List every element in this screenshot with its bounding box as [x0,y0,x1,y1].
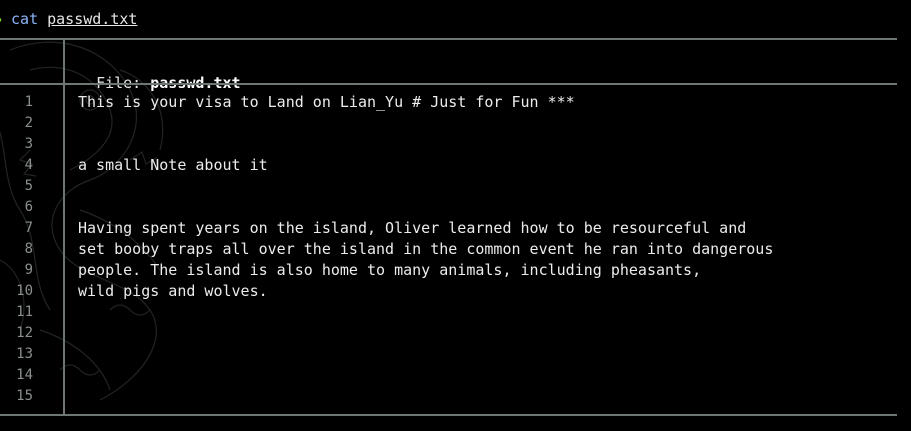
command-name: cat [11,10,39,28]
line-number: 3 [24,136,33,152]
line-number: 15 [16,388,33,404]
content-line [78,323,888,344]
content-line: a small Note about it [78,156,268,174]
file-content: This is your visa to Land on Lian_Yu # J… [78,92,888,407]
header-separator [0,83,897,85]
line-number: 8 [24,241,33,257]
line-number: 7 [24,220,33,236]
line-number: 4 [24,157,33,173]
line-number: 13 [16,346,33,362]
viewer-top-border [0,38,897,40]
command-argument-path[interactable]: passwd.txt [47,10,137,28]
line-number: 14 [16,367,33,383]
line-number: 9 [24,262,33,278]
command-prompt-line: ❯ cat passwd.txt [0,8,137,30]
viewer-bottom-border [0,414,897,416]
line-number: 12 [16,325,33,341]
content-line [78,344,888,365]
content-line [78,176,888,197]
content-line [78,197,888,218]
content-line: people. The island is also home to many … [78,261,702,279]
line-number: 6 [24,199,33,215]
line-number: 1 [24,94,33,110]
content-line [78,365,888,386]
line-number-gutter: 1 2 3 4 5 6 7 8 9 10 11 12 13 14 15 [0,92,40,407]
content-line [78,302,888,323]
content-line [78,134,888,155]
line-number: 11 [16,304,33,320]
prompt-arrow-icon: ❯ [0,10,3,28]
line-number: 10 [16,283,33,299]
file-header: File: passwd.txt [78,50,241,92]
content-line [78,386,888,407]
content-line [78,113,888,134]
content-line: This is your visa to Land on Lian_Yu # J… [78,93,575,111]
gutter-divider [63,38,65,416]
content-line: wild pigs and wolves. [78,282,268,300]
line-number: 5 [24,178,33,194]
line-number: 2 [24,115,33,131]
content-line: Having spent years on the island, Oliver… [78,219,747,237]
content-line: set booby traps all over the island in t… [78,240,774,258]
